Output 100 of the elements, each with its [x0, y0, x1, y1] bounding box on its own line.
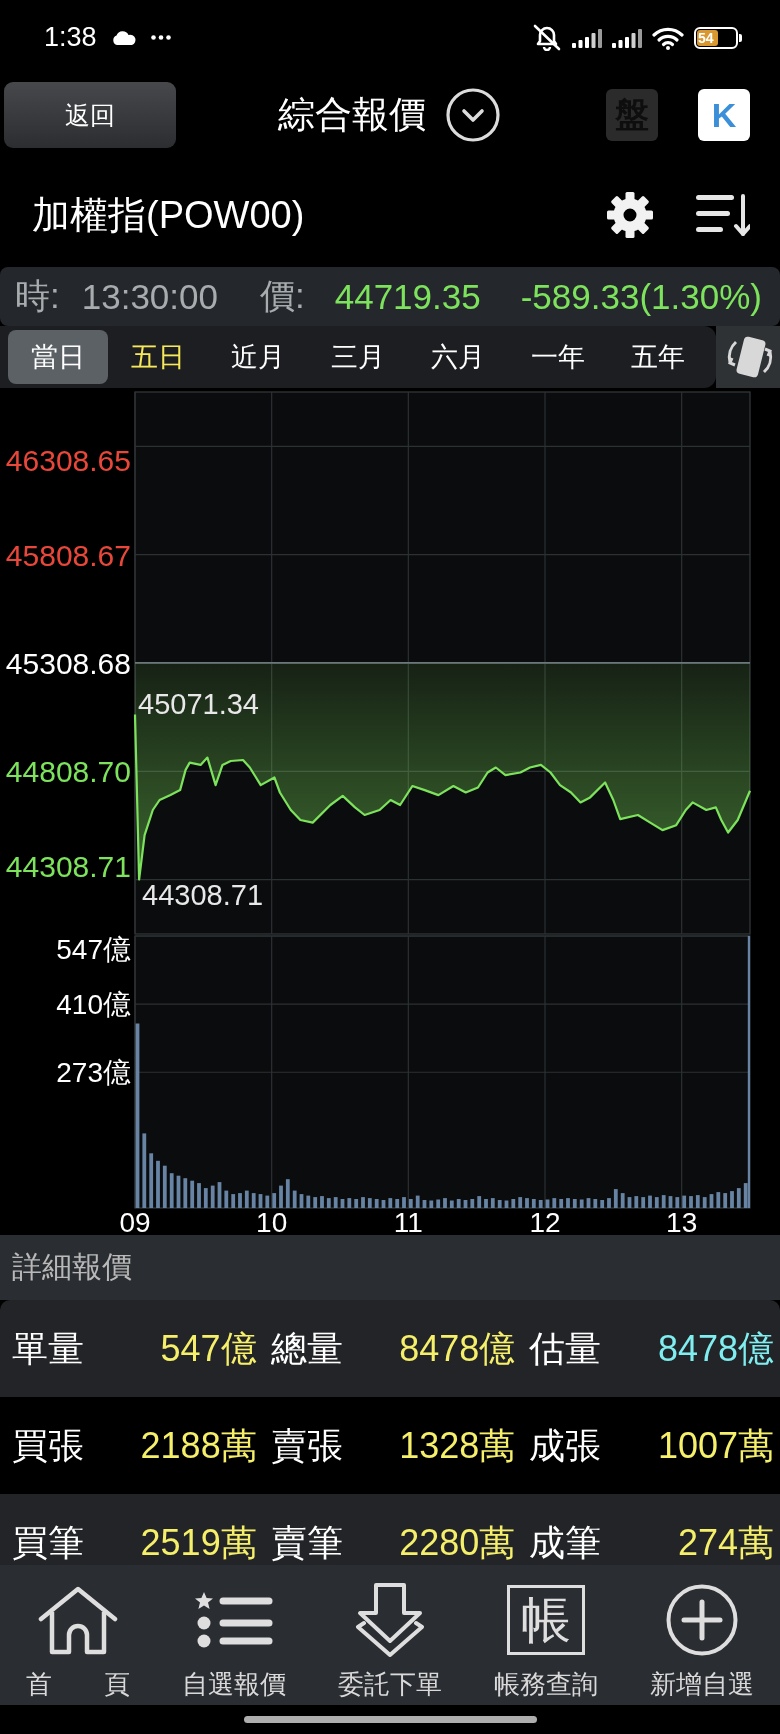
price-label: 44308.71	[142, 878, 264, 911]
volume-bar	[736, 1188, 741, 1208]
volume-bar	[579, 1199, 584, 1208]
signal-icon	[572, 27, 602, 48]
volume-bar	[682, 1195, 687, 1208]
axis-label: 44308.71	[5, 849, 131, 883]
volume-bar	[320, 1196, 324, 1208]
volume-bar	[210, 1185, 215, 1208]
period-tab[interactable]: 一年	[508, 330, 608, 384]
volume-bar	[484, 1199, 488, 1208]
volume-bar	[538, 1200, 543, 1208]
volume-bar	[299, 1194, 304, 1208]
volume-bar	[244, 1190, 249, 1208]
period-tab[interactable]: 六月	[408, 330, 508, 384]
rotate-button[interactable]	[716, 326, 780, 388]
volume-bar	[285, 1179, 290, 1208]
volume-bar	[306, 1195, 311, 1208]
time-label: 時:	[15, 275, 60, 317]
price-change: -589.33(1.30%)	[520, 276, 762, 317]
volume-bar	[415, 1195, 420, 1208]
field-value: 547億	[160, 1330, 257, 1367]
axis-label: 44808.70	[5, 755, 131, 789]
volume-bar	[340, 1199, 345, 1208]
field-label: 買張	[12, 1427, 84, 1464]
chevron-circle-icon[interactable]	[446, 88, 500, 142]
volume-bar	[443, 1198, 447, 1208]
period-tab[interactable]: 五日	[108, 330, 208, 384]
volume-bar	[279, 1185, 283, 1208]
nav-tab[interactable]: 首 頁	[0, 1565, 156, 1705]
period-tab[interactable]: 近月	[208, 330, 308, 384]
settings-icon[interactable]	[606, 191, 654, 239]
field-value: 8478億	[399, 1330, 516, 1367]
quote-price: 44719.35	[334, 276, 481, 317]
volume-bar	[559, 1199, 564, 1208]
nav-tab[interactable]: 新增自選	[624, 1565, 780, 1705]
nav-tab[interactable]: 帳 帳務查詢	[468, 1565, 624, 1705]
volume-bar	[490, 1198, 495, 1208]
field-label: 估量	[529, 1330, 602, 1367]
volume-bar	[702, 1197, 707, 1208]
axis-label: 12	[529, 1207, 561, 1235]
volume-bar	[470, 1199, 475, 1208]
volume-bar	[607, 1198, 611, 1208]
field-value: 1007萬	[657, 1427, 774, 1464]
volume-bar	[313, 1197, 318, 1208]
volume-bar	[525, 1198, 529, 1208]
field-label: 賣張	[270, 1427, 343, 1464]
volume-bar	[176, 1175, 181, 1208]
volume-bar	[648, 1195, 652, 1208]
volume-bar	[531, 1199, 536, 1208]
field-value: 2519萬	[140, 1524, 257, 1561]
volume-bar	[566, 1198, 570, 1208]
volume-bar	[545, 1199, 550, 1208]
wifi-icon	[652, 25, 684, 50]
volume-bar	[149, 1153, 154, 1208]
volume-bar	[436, 1199, 441, 1208]
volume-bar	[654, 1197, 659, 1208]
volume-bar	[620, 1193, 625, 1208]
volume-bar	[374, 1199, 379, 1208]
volume-bar	[272, 1193, 277, 1208]
volume-bar	[292, 1190, 297, 1208]
sort-list-icon[interactable]	[696, 192, 750, 238]
nav-tab[interactable]: 自選報價	[156, 1565, 312, 1705]
volume-bar	[224, 1190, 229, 1208]
volume-bar	[156, 1160, 160, 1208]
volume-bar	[661, 1195, 666, 1208]
volume-bar	[675, 1197, 680, 1208]
field-label: 單量	[12, 1330, 84, 1367]
axis-label: 547億	[56, 935, 131, 965]
volume-bar	[238, 1193, 242, 1208]
instrument-name: 加權指(POW00)	[32, 192, 305, 238]
field-value: 8478億	[657, 1330, 774, 1367]
volume-bar	[504, 1200, 509, 1208]
period-tab[interactable]: 當日	[8, 330, 108, 384]
volume-bar	[463, 1200, 468, 1208]
price-label: 價:	[260, 275, 305, 317]
volume-bar	[422, 1200, 427, 1208]
back-button[interactable]: 返回	[4, 82, 176, 148]
axis-label: 46308.65	[5, 444, 131, 478]
axis-label: 45308.68	[5, 647, 131, 680]
period-tab[interactable]: 三月	[308, 330, 408, 384]
volume-bar	[402, 1197, 406, 1208]
volume-bar	[169, 1173, 174, 1208]
axis-label: 410億	[56, 989, 131, 1021]
more-dots-icon	[150, 35, 171, 40]
volume-bar	[265, 1195, 270, 1208]
volume-bar	[408, 1199, 413, 1208]
volume-bar	[689, 1196, 693, 1208]
volume-bar	[347, 1198, 352, 1208]
nav-tab[interactable]: 委託下單	[312, 1565, 468, 1705]
house-icon	[38, 1585, 118, 1655]
field-value: 1328萬	[399, 1427, 516, 1464]
volume-bar	[231, 1194, 236, 1208]
volume-bar	[388, 1198, 393, 1208]
volume-bar	[477, 1196, 482, 1208]
volume-bar	[361, 1197, 365, 1208]
volume-bar	[497, 1200, 502, 1208]
period-tab[interactable]: 五年	[608, 330, 708, 384]
volume-bar	[449, 1200, 454, 1208]
volume-bar	[627, 1197, 632, 1208]
starred-list-icon	[195, 1592, 273, 1648]
